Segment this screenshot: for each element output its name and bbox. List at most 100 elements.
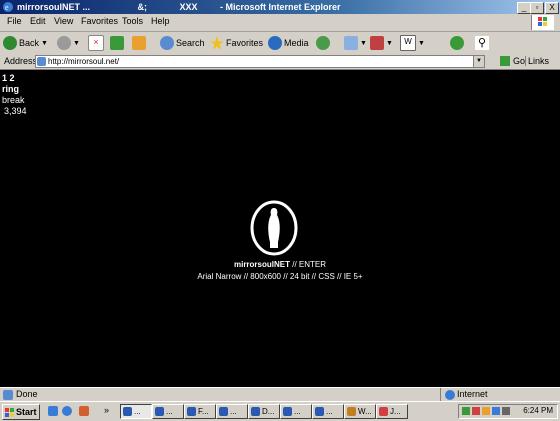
search-icon	[160, 36, 174, 50]
menu-view[interactable]: View	[54, 16, 73, 26]
media-button[interactable]: Media	[268, 35, 309, 51]
tray-icon-1[interactable]	[462, 407, 470, 415]
ie-icon: e	[3, 2, 13, 12]
title-bar: e mirrorsoulNET ... &; XXX - Microsoft I…	[0, 0, 560, 14]
mail-button[interactable]: ▼	[344, 35, 367, 51]
ie-task-icon	[123, 407, 132, 416]
internet-zone-icon	[445, 390, 455, 400]
stop-icon: ×	[88, 35, 104, 51]
address-label: Address	[4, 56, 38, 66]
tray-icon-4[interactable]	[492, 407, 500, 415]
back-dropdown-icon: ▼	[41, 39, 48, 47]
toolbar: Back ▼ ▼ × Search Favorites Media ▼ ▼ W …	[0, 32, 560, 55]
stop-button[interactable]: ×	[88, 35, 104, 51]
page-content: 1 2 ring break 3,394 mirrorsoulNET // EN…	[0, 70, 560, 387]
task-button-ie-5[interactable]: D...	[248, 404, 280, 419]
mirrorsoul-logo[interactable]	[248, 200, 300, 256]
ie-task-icon	[187, 407, 196, 416]
task-button-ie-7[interactable]: ...	[312, 404, 344, 419]
refresh-button[interactable]	[110, 35, 124, 51]
quicklaunch-more[interactable]: »	[104, 405, 109, 415]
status-text: Done	[16, 389, 38, 399]
messenger-button[interactable]	[450, 35, 464, 51]
task-button-j[interactable]: J...	[376, 404, 408, 419]
favorites-button[interactable]: Favorites	[210, 35, 263, 51]
history-button[interactable]	[316, 35, 330, 51]
address-input[interactable]: http://mirrorsoul.net/ ▼	[35, 55, 485, 68]
winamp-task-icon	[347, 407, 356, 416]
go-arrow-icon[interactable]	[500, 56, 510, 66]
quicklaunch-ie-icon[interactable]	[62, 406, 72, 416]
svg-text:e: e	[5, 3, 9, 12]
status-bar: Done Internet	[0, 387, 560, 402]
enter-link[interactable]: // ENTER	[290, 260, 326, 269]
close-button[interactable]: X	[545, 2, 559, 14]
system-tray: 6:24 PM	[458, 404, 558, 419]
menu-tools[interactable]: Tools	[122, 16, 143, 26]
edit-button[interactable]: ▼	[370, 35, 393, 51]
favorites-star-icon	[210, 36, 224, 50]
home-button[interactable]	[132, 35, 146, 51]
app-task-icon	[379, 407, 388, 416]
quicklaunch-desktop-icon[interactable]	[48, 406, 58, 416]
quicklaunch-app-icon[interactable]	[79, 406, 89, 416]
address-dropdown-icon[interactable]: ▼	[473, 56, 484, 67]
menu-favorites[interactable]: Favorites	[81, 16, 118, 26]
address-url: http://mirrorsoul.net/	[48, 57, 120, 66]
site-requirements: Arial Narrow // 800x600 // 24 bit // CSS…	[197, 272, 363, 281]
page-icon	[37, 57, 46, 66]
task-button-ie-4[interactable]: ...	[216, 404, 248, 419]
aim-button[interactable]: ⚲	[475, 35, 489, 51]
task-button-ie-2[interactable]: ...	[152, 404, 184, 419]
media-icon	[268, 36, 282, 50]
edit-icon	[370, 36, 384, 50]
ie-task-icon	[315, 407, 324, 416]
word-icon: W	[400, 35, 416, 51]
minimize-button[interactable]: _	[517, 2, 531, 14]
site-title[interactable]: mirrorsoulNET // ENTER	[0, 260, 560, 269]
menu-bar: File Edit View Favorites Tools Help	[0, 14, 560, 32]
forward-button[interactable]: ▼	[57, 35, 80, 51]
volume-icon[interactable]	[502, 407, 510, 415]
side-text-2: ring	[2, 84, 19, 94]
task-button-ie-1[interactable]: ...	[120, 404, 152, 419]
refresh-icon	[110, 36, 124, 50]
tray-icon-2[interactable]	[472, 407, 480, 415]
done-page-icon	[3, 390, 13, 400]
side-text-3: break	[2, 95, 25, 105]
maximize-button[interactable]: ▫	[530, 2, 544, 14]
search-button[interactable]: Search	[160, 35, 205, 51]
start-button[interactable]: Start	[2, 404, 40, 420]
menu-file[interactable]: File	[7, 16, 22, 26]
ie-task-icon	[155, 407, 164, 416]
task-button-winamp[interactable]: W...	[344, 404, 376, 419]
menu-help[interactable]: Help	[151, 16, 170, 26]
site-brand: mirrorsoulNET	[233, 260, 290, 269]
links-button[interactable]: Links	[525, 56, 549, 66]
task-button-ie-6[interactable]: ...	[280, 404, 312, 419]
word-button[interactable]: W ▼	[400, 35, 425, 51]
side-text-4: 3,394	[4, 106, 27, 116]
history-icon	[316, 36, 330, 50]
side-text-1: 1 2	[2, 73, 15, 83]
task-button-ie-3[interactable]: F...	[184, 404, 216, 419]
ie-task-icon	[283, 407, 292, 416]
security-zone: Internet	[457, 389, 488, 399]
home-icon	[132, 36, 146, 50]
tray-icon-3[interactable]	[482, 407, 490, 415]
back-button[interactable]: Back ▼	[3, 35, 48, 51]
windows-flag-icon	[531, 15, 554, 30]
go-button[interactable]: Go	[513, 56, 525, 66]
mail-icon	[344, 36, 358, 50]
running-man-icon: ⚲	[475, 36, 489, 50]
forward-arrow-icon	[57, 36, 71, 50]
messenger-icon	[450, 36, 464, 50]
window-title: mirrorsoulNET ... &; XXX - Microsoft Int…	[17, 2, 341, 12]
ie-task-icon	[219, 407, 228, 416]
taskbar: Start » ... ... F... ... D... ... ... W.…	[0, 401, 560, 421]
menu-edit[interactable]: Edit	[30, 16, 46, 26]
address-bar: Address http://mirrorsoul.net/ ▼ Go Link…	[0, 54, 560, 70]
back-arrow-icon	[3, 36, 17, 50]
ie-task-icon	[251, 407, 260, 416]
windows-logo-icon	[5, 407, 14, 417]
